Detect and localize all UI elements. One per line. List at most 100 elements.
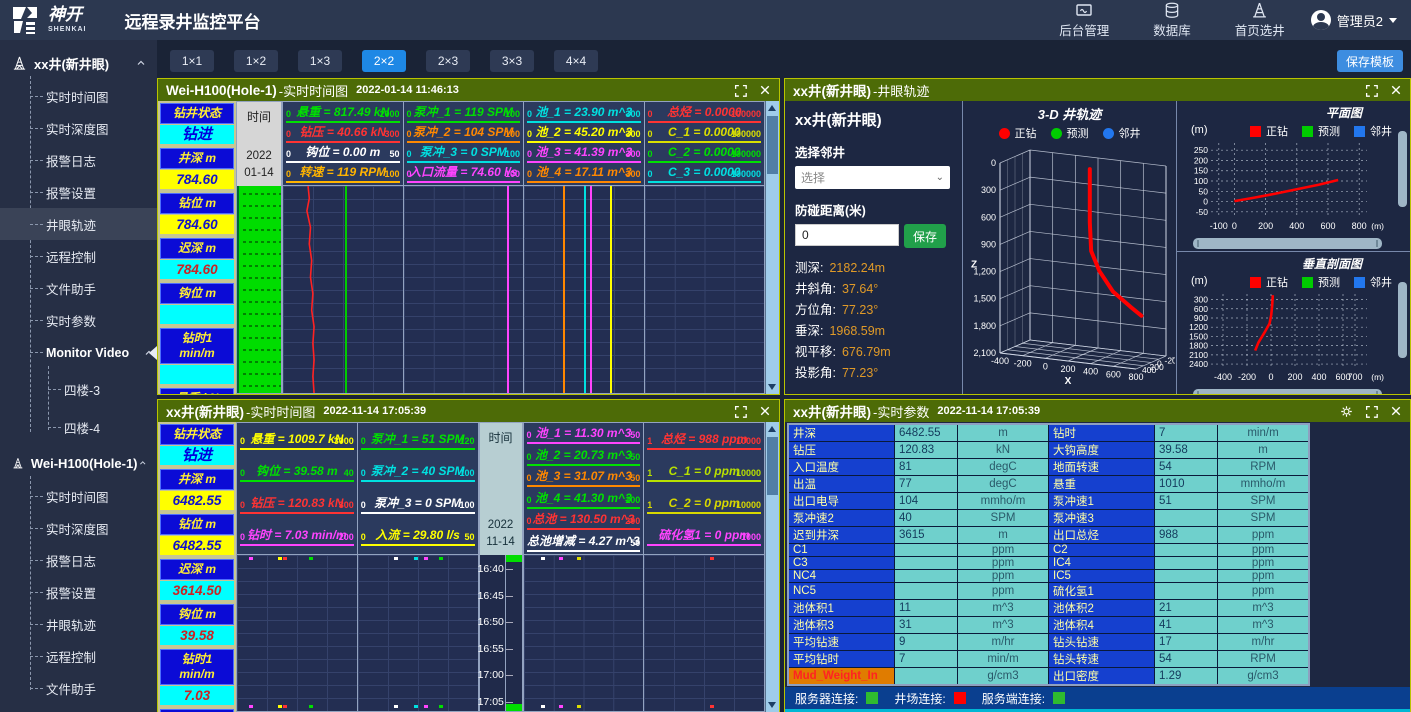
stat-label: 井斜角: [795, 282, 836, 296]
layout-button-1x3[interactable]: 1×3 [298, 50, 342, 72]
data-mark [414, 557, 418, 560]
sidebar-item-井眼轨迹[interactable]: 井眼轨迹 [0, 608, 157, 640]
curve-max: 50 [630, 535, 640, 552]
menu-item-backstage[interactable]: 后台管理 [1059, 3, 1109, 39]
sidebar-collapse-handle[interactable] [149, 346, 157, 360]
close-icon[interactable] [759, 405, 771, 417]
data-mark [394, 557, 398, 560]
param-value-cell [1155, 583, 1218, 600]
close-icon[interactable] [1390, 84, 1402, 96]
param-value-cell [895, 557, 958, 570]
sidebar-item-报警日志[interactable]: 报警日志 [0, 144, 157, 176]
sidebar-item-远程控制[interactable]: 远程控制 [0, 640, 157, 672]
vertical-scrollbar[interactable] [765, 101, 779, 394]
gear-icon[interactable] [1340, 405, 1353, 418]
sidebar-item-monitor-video[interactable]: Monitor Video [0, 336, 157, 370]
horizontal-scrollbar[interactable] [1193, 238, 1382, 249]
sidebar-item-四楼-4[interactable]: 四楼-4 [0, 408, 157, 446]
video-children: 四楼-3四楼-4 [0, 370, 157, 446]
neighbor-well-select[interactable]: 选择⌄ [795, 166, 950, 189]
sidebar-item-实时深度图[interactable]: 实时深度图 [0, 512, 157, 544]
sidebar-item-实时参数[interactable]: 实时参数 [0, 304, 157, 336]
topbar: 神开 SHENKAI 远程录井监控平台 后台管理数据库首页选井 管理员2 [0, 0, 1411, 40]
scrollbar-thumb[interactable] [767, 116, 778, 174]
curve-header: 0转速 = 119 RPM100 [286, 164, 400, 183]
param-value-cell: 11 [895, 600, 958, 617]
horizontal-scrollbar[interactable] [1193, 389, 1382, 394]
curve-label: 泵冲_3 = 0 SPM [374, 496, 461, 510]
curve-min: 0 [286, 106, 291, 123]
expand-icon[interactable] [1365, 84, 1378, 97]
close-icon[interactable] [1390, 405, 1402, 417]
param-unit-cell: min/m [1218, 424, 1310, 442]
sidebar-item-报警设置[interactable]: 报警设置 [0, 576, 157, 608]
legend-swatch [999, 128, 1010, 139]
curve-max: 300 [339, 497, 354, 514]
sidebar-item-实时时间图[interactable]: 实时时间图 [0, 80, 157, 112]
param-value-cell [895, 570, 958, 583]
curve-header: 0总烃 = 0.0000100000 [648, 104, 762, 123]
curve-min: 0 [527, 470, 532, 487]
svg-text:2400: 2400 [1189, 359, 1208, 369]
curve-min: 0 [648, 106, 653, 123]
derrick-icon [1251, 2, 1268, 19]
save-template-button[interactable]: 保存模板 [1337, 50, 1403, 72]
sidebar-well-0[interactable]: xx井(新井眼) [0, 46, 157, 80]
vertical-scrollbar[interactable] [1398, 131, 1407, 207]
brand-name-cn: 神开 [48, 7, 87, 24]
close-icon[interactable] [759, 84, 771, 96]
layout-button-1x1[interactable]: 1×1 [170, 50, 214, 72]
panel-realtime-parameters: xx井(新井眼)-实时参数 2022-11-14 17:05:39 井深6482… [784, 399, 1411, 712]
param-name-cell: 悬重 [1049, 476, 1155, 493]
table-row: 迟到井深3615m出口总烃988ppm [788, 527, 1309, 544]
layout-button-3x3[interactable]: 3×3 [490, 50, 534, 72]
param-name-cell: 平均钻速 [788, 634, 895, 651]
track-1: 0池_1 = 11.30 m^3500池_2 = 20.73 m^3500池_3… [523, 422, 644, 712]
data-mark [249, 557, 253, 560]
track-3: 0池_1 = 23.90 m^33000池_2 = 45.20 m^33000池… [523, 101, 644, 394]
param-unit-cell: ppm [1218, 570, 1310, 583]
scrollbar-thumb[interactable] [767, 437, 778, 495]
save-distance-button[interactable]: 保存 [904, 224, 946, 248]
anticollision-distance-input[interactable] [795, 224, 899, 246]
layout-button-2x2[interactable]: 2×2 [362, 50, 406, 72]
sidebar-item-实时深度图[interactable]: 实时深度图 [0, 112, 157, 144]
vertical-scrollbar[interactable] [1398, 282, 1407, 358]
expand-icon[interactable] [734, 405, 747, 418]
svg-text:0: 0 [1157, 359, 1162, 369]
sidebar-well-1[interactable]: Wei-H100(Hole-1) [0, 446, 157, 480]
expand-icon[interactable] [734, 84, 747, 97]
curve-min: 0 [407, 106, 412, 123]
sidebar-item-实时时间图[interactable]: 实时时间图 [0, 480, 157, 512]
sidebar-item-四楼-3[interactable]: 四楼-3 [0, 370, 157, 408]
sidebar-item-远程控制[interactable]: 远程控制 [0, 240, 157, 272]
sidebar-item-文件助手[interactable]: 文件助手 [0, 672, 157, 704]
curve-trace [610, 186, 612, 393]
menu-item-database[interactable]: 数据库 [1153, 2, 1191, 39]
time-axis-date: 01-14 [237, 165, 281, 182]
curve-max: 100 [505, 166, 520, 183]
sidebar-item-label: 实时深度图 [46, 519, 109, 538]
sidebar-item-报警设置[interactable]: 报警设置 [0, 176, 157, 208]
data-mark [278, 705, 282, 708]
user-menu[interactable]: 管理员2 [1311, 10, 1411, 30]
expand-icon[interactable] [1365, 405, 1378, 418]
param-name-cell: Mud_Weight_In [788, 668, 895, 686]
vertical-scrollbar[interactable] [765, 422, 779, 712]
curve-header: 1总烃 = 988 ppm10000 [647, 431, 761, 450]
param-box: 钻位 m784.60 [160, 193, 234, 234]
curve-label: 钻压 = 120.83 kN [250, 496, 343, 510]
sidebar-item-文件助手[interactable]: 文件助手 [0, 272, 157, 304]
sidebar-item-井眼轨迹[interactable]: 井眼轨迹 [0, 208, 157, 240]
menu-item-well-select[interactable]: 首页选井 [1235, 2, 1285, 39]
param-box: 钻时1 min/m7.03 [160, 649, 234, 705]
layout-button-2x3[interactable]: 2×3 [426, 50, 470, 72]
param-value-cell: 51 [1155, 493, 1218, 510]
legend-item: 预测 [1302, 274, 1340, 290]
sidebar-item-报警日志[interactable]: 报警日志 [0, 544, 157, 576]
param-unit-cell: min/m [958, 651, 1049, 668]
param-box: 钻位 m6482.55 [160, 514, 234, 555]
layout-button-1x2[interactable]: 1×2 [234, 50, 278, 72]
layout-button-4x4[interactable]: 4×4 [554, 50, 598, 72]
trajectory-stat: 方位角:77.23° [795, 300, 952, 321]
